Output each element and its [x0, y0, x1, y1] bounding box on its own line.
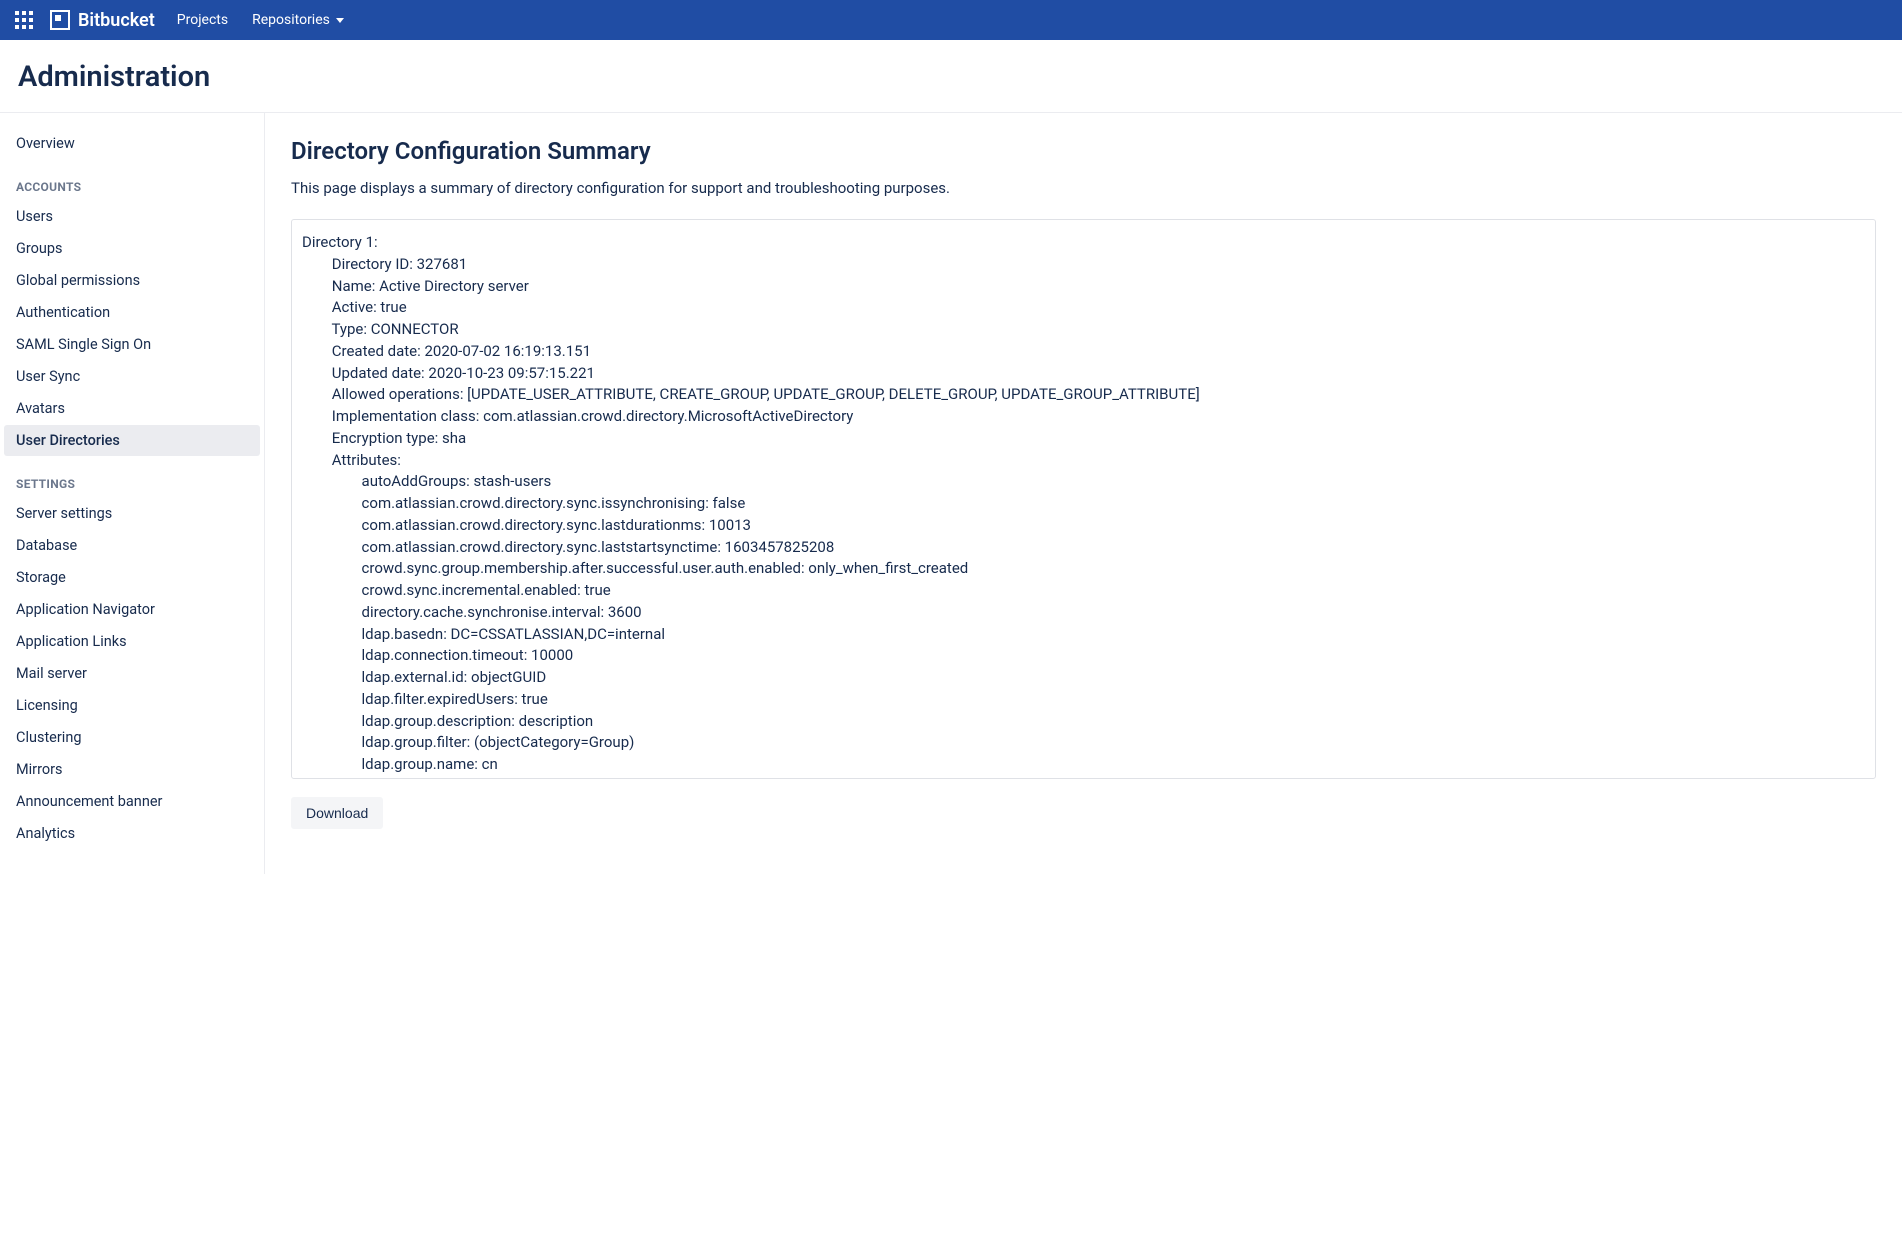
sidebar-item-user-directories[interactable]: User Directories [4, 425, 260, 456]
sidebar-item-saml[interactable]: SAML Single Sign On [4, 329, 260, 360]
directory-summary-box[interactable]: Directory 1: Directory ID: 327681 Name: … [291, 219, 1876, 779]
nav-projects[interactable]: Projects [177, 12, 228, 28]
nav-repositories[interactable]: Repositories [252, 12, 344, 28]
page-header: Administration [0, 40, 1902, 113]
top-nav: Bitbucket Projects Repositories [0, 0, 1902, 40]
sidebar-item-storage[interactable]: Storage [4, 562, 260, 593]
sidebar-item-authentication[interactable]: Authentication [4, 297, 260, 328]
page-title: Administration [18, 60, 1884, 94]
main-content: Directory Configuration Summary This pag… [265, 113, 1902, 874]
sidebar-item-user-sync[interactable]: User Sync [4, 361, 260, 392]
nav-repositories-label: Repositories [252, 12, 330, 28]
content-description: This page displays a summary of director… [291, 179, 1876, 197]
sidebar-item-announcement-banner[interactable]: Announcement banner [4, 786, 260, 817]
sidebar: Overview Accounts Users Groups Global pe… [0, 113, 265, 874]
sidebar-item-mirrors[interactable]: Mirrors [4, 754, 260, 785]
sidebar-item-overview[interactable]: Overview [4, 128, 260, 159]
chevron-down-icon [336, 18, 344, 23]
app-switcher-icon[interactable] [12, 8, 36, 32]
brand-label: Bitbucket [78, 10, 155, 31]
sidebar-item-application-links[interactable]: Application Links [4, 626, 260, 657]
sidebar-item-application-navigator[interactable]: Application Navigator [4, 594, 260, 625]
sidebar-item-mail-server[interactable]: Mail server [4, 658, 260, 689]
download-row: Download [291, 797, 1876, 829]
sidebar-item-server-settings[interactable]: Server settings [4, 498, 260, 529]
layout: Overview Accounts Users Groups Global pe… [0, 113, 1902, 874]
download-button[interactable]: Download [291, 797, 383, 829]
sidebar-item-global-permissions[interactable]: Global permissions [4, 265, 260, 296]
sidebar-section-settings: Settings [4, 457, 260, 497]
sidebar-item-licensing[interactable]: Licensing [4, 690, 260, 721]
content-heading: Directory Configuration Summary [291, 137, 1876, 165]
sidebar-item-groups[interactable]: Groups [4, 233, 260, 264]
sidebar-item-users[interactable]: Users [4, 201, 260, 232]
brand-logo[interactable]: Bitbucket [50, 10, 155, 31]
bitbucket-icon [50, 10, 70, 30]
sidebar-item-avatars[interactable]: Avatars [4, 393, 260, 424]
sidebar-item-analytics[interactable]: Analytics [4, 818, 260, 849]
sidebar-item-database[interactable]: Database [4, 530, 260, 561]
sidebar-section-accounts: Accounts [4, 160, 260, 200]
sidebar-item-clustering[interactable]: Clustering [4, 722, 260, 753]
